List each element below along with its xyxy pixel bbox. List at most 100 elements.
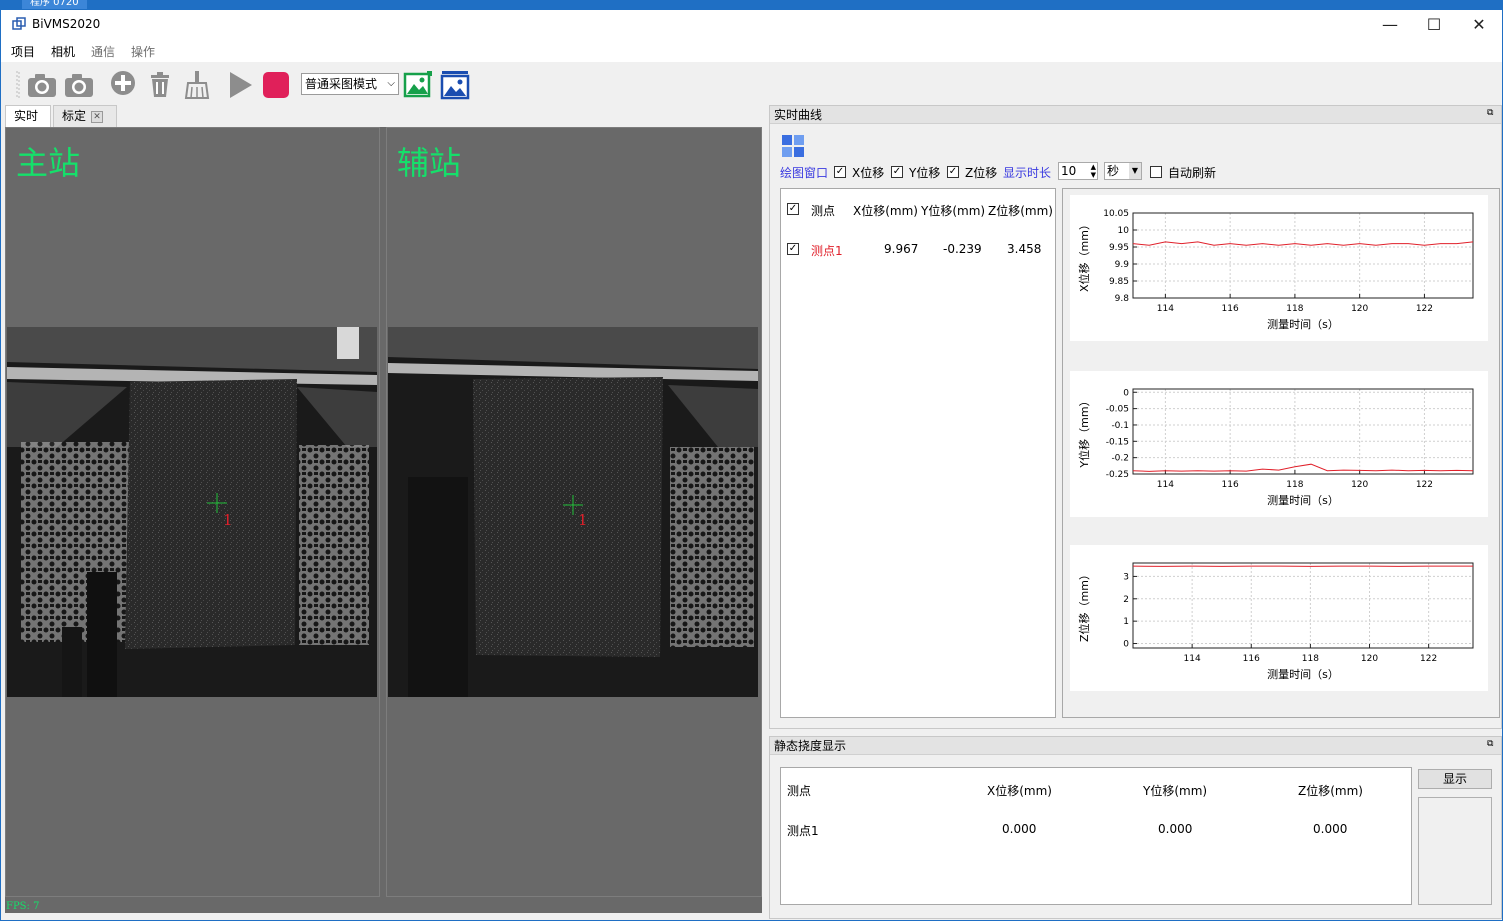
- window-title: BiVMS2020: [32, 17, 101, 31]
- static-panel-title: 静态挠度显示 ⧉: [770, 737, 1501, 755]
- list-header-y: Y位移(mm): [921, 204, 986, 218]
- main-camera-image[interactable]: 1: [7, 327, 377, 697]
- stop-icon[interactable]: [260, 69, 292, 101]
- camera-capture-icon[interactable]: [63, 69, 95, 101]
- close-button[interactable]: ✕: [1456, 10, 1502, 40]
- y-tick-label: -0.2: [1111, 454, 1129, 464]
- point-checkbox[interactable]: ✓: [787, 243, 799, 255]
- static-header-y: Y位移(mm): [1143, 784, 1208, 798]
- point-name: 测点1: [811, 244, 843, 258]
- clear-broom-icon[interactable]: [181, 69, 213, 101]
- realtime-panel-title-text: 实时曲线: [774, 108, 823, 122]
- play-icon[interactable]: [224, 69, 256, 101]
- toolbar: 普通采图模式 ⌵: [1, 65, 1502, 105]
- y-tick-label: -0.1: [1111, 421, 1129, 431]
- main-station-view[interactable]: 主站 1: [5, 127, 380, 897]
- float-panel-icon[interactable]: ⧉: [1487, 109, 1497, 119]
- static-panel-title-text: 静态挠度显示: [774, 739, 847, 753]
- y-tick-label: -0.15: [1106, 437, 1129, 447]
- y-tick-label: 0: [1123, 640, 1129, 650]
- minimize-button[interactable]: —: [1367, 10, 1413, 40]
- float-panel-icon[interactable]: ⧉: [1487, 740, 1497, 750]
- point-y-value: -0.239: [943, 242, 982, 256]
- x-tick-label: 120: [1351, 480, 1368, 490]
- y-tick-label: 3: [1123, 572, 1129, 582]
- duration-spinbox[interactable]: 10 ▲ ▼: [1058, 162, 1098, 180]
- z-displacement-label: Z位移: [965, 166, 998, 180]
- auto-refresh-checkbox[interactable]: [1150, 166, 1162, 178]
- list-header-z: Z位移(mm): [988, 204, 1053, 218]
- list-header-x: X位移(mm): [853, 204, 918, 218]
- tab-realtime[interactable]: 实时: [5, 105, 51, 127]
- tab-calibration[interactable]: 标定 ✕: [53, 105, 117, 127]
- x-tick-label: 122: [1416, 480, 1433, 490]
- y-axis-label: Y位移（mm）: [1077, 395, 1091, 468]
- aux-camera-image[interactable]: 1: [388, 327, 758, 697]
- grid-lines: [1133, 389, 1473, 475]
- z-displacement-chart[interactable]: 114 116 118 120 122 0 1 2 3 测量时间（s） Z位移（mm）: [1070, 545, 1488, 691]
- y-tick-label: 9.8: [1115, 294, 1130, 304]
- aux-station-view[interactable]: 辅站 1: [386, 127, 762, 897]
- duration-value: 10: [1061, 164, 1077, 178]
- aux-camera-frame: 1: [388, 327, 758, 697]
- x-tick-label: 118: [1302, 654, 1319, 664]
- add-icon[interactable]: [107, 69, 139, 101]
- static-y-value: 0.000: [1158, 822, 1193, 836]
- list-header-point: 测点: [811, 204, 836, 218]
- close-icon[interactable]: ✕: [91, 110, 104, 123]
- maximize-button[interactable]: ☐: [1411, 10, 1457, 40]
- delete-icon[interactable]: [144, 69, 176, 101]
- show-button[interactable]: 显示: [1418, 769, 1492, 789]
- x-displacement-checkbox[interactable]: ✓: [834, 166, 846, 178]
- tab-calibration-label: 标定: [62, 109, 87, 123]
- x-tick-label: 114: [1157, 480, 1174, 490]
- y-tick-label: 10: [1118, 226, 1130, 236]
- static-z-value: 0.000: [1313, 822, 1348, 836]
- main-camera-frame: 1: [7, 327, 377, 697]
- aux-marker-id: 1: [578, 511, 588, 529]
- select-all-checkbox[interactable]: ✓: [787, 203, 799, 215]
- series-line: [1132, 241, 1474, 246]
- menu-camera[interactable]: 相机: [51, 43, 75, 60]
- z-displacement-checkbox[interactable]: ✓: [947, 166, 959, 178]
- menu-operation[interactable]: 操作: [131, 43, 155, 60]
- menu-communication[interactable]: 通信: [91, 43, 115, 60]
- duration-unit-select[interactable]: 秒 ▼: [1104, 162, 1142, 180]
- capture-mode-select[interactable]: 普通采图模式 ⌵: [301, 73, 399, 95]
- spin-arrows-icon[interactable]: ▲ ▼: [1091, 163, 1096, 179]
- y-displacement-checkbox[interactable]: ✓: [891, 166, 903, 178]
- duration-unit-value: 秒: [1107, 164, 1120, 178]
- grid-layout-icon[interactable]: [782, 135, 804, 157]
- static-x-value: 0.000: [1002, 822, 1037, 836]
- z-displacement-chart-card: 114 116 118 120 122 0 1 2 3 测量时间（s） Z位移（mm）: [1070, 545, 1488, 691]
- camera-icon[interactable]: [26, 69, 58, 101]
- x-tick-label: 116: [1222, 480, 1239, 490]
- x-tick-label: 122: [1416, 304, 1433, 314]
- main-marker-id: 1: [223, 511, 233, 529]
- plot-frame: [1132, 388, 1474, 475]
- x-axis-label: 测量时间（s）: [1267, 318, 1339, 331]
- y-displacement-chart[interactable]: 114 116 118 120 122 0 -0.05 -0.1 -0.15 -0.2 -0.25 测…: [1070, 371, 1488, 517]
- x-displacement-chart[interactable]: 114 116 118 120 122 9.8 9.85 9.9 9.95 10 10.05 测量时间…: [1070, 195, 1488, 341]
- taskbar-tab[interactable]: 程序 0720: [22, 0, 87, 9]
- aux-station-label: 辅站: [397, 144, 462, 182]
- x-displacement-label: X位移: [852, 166, 885, 180]
- app-logo-icon: [12, 17, 26, 30]
- static-header-z: Z位移(mm): [1298, 784, 1363, 798]
- x-tick-label: 116: [1243, 654, 1260, 664]
- image-gallery-icon[interactable]: [439, 69, 471, 101]
- taskbar-strip: 程序 0720: [0, 0, 1503, 10]
- grid-lines: [1133, 563, 1473, 648]
- plot-window-label[interactable]: 绘图窗口: [780, 164, 828, 181]
- image-save-icon[interactable]: [402, 69, 434, 101]
- point-list: ✓ 测点 X位移(mm) Y位移(mm) Z位移(mm) ✓ 测点1 9.967…: [780, 188, 1056, 718]
- y-tick-label: 9.9: [1115, 260, 1130, 270]
- app-window: BiVMS2020 — ☐ ✕ 项目 相机 通信 操作 普通采图模式 ⌵ 实时 …: [0, 10, 1503, 921]
- static-header-point: 测点: [787, 784, 812, 798]
- menu-project[interactable]: 项目: [11, 43, 35, 60]
- static-header-x: X位移(mm): [987, 784, 1052, 798]
- fps-readout: FPS: 7: [6, 901, 40, 912]
- point-x-value: 9.967: [884, 242, 919, 256]
- title-bar: BiVMS2020 — ☐ ✕: [1, 10, 1502, 40]
- capture-mode-value: 普通采图模式: [305, 77, 378, 91]
